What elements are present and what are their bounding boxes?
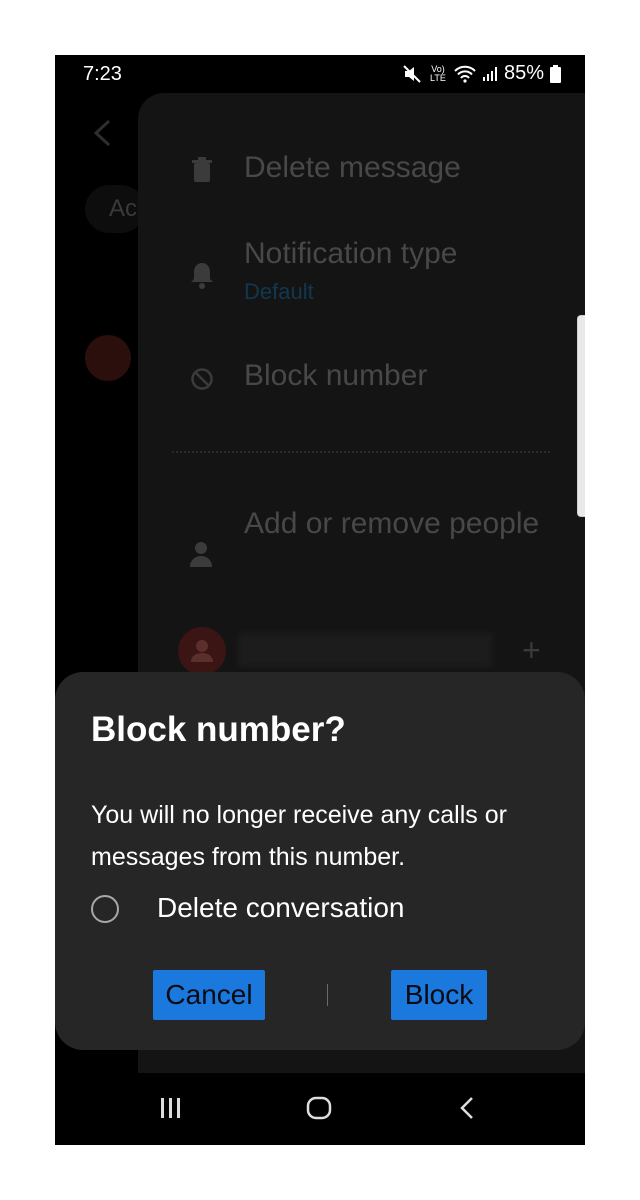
menu-item-label: Notification type — [244, 237, 458, 270]
block-number-dialog: Block number? You will no longer receive… — [55, 672, 585, 1050]
contact-person-icon — [191, 640, 213, 662]
contact-avatar — [178, 627, 226, 675]
trash-icon — [190, 157, 214, 188]
status-bar: 7:23 Vo) LTE 85% — [55, 55, 585, 93]
back-arrow-icon — [91, 119, 113, 152]
side-scroll-handle[interactable] — [577, 315, 585, 517]
add-contact-button[interactable]: + — [522, 633, 541, 667]
phone-screen: 7:23 Vo) LTE 85% Ac Delete message Notif… — [55, 55, 585, 1145]
battery-percent: 85% — [503, 62, 544, 84]
background-avatar — [85, 335, 131, 381]
mute-icon — [402, 64, 422, 84]
home-icon[interactable] — [306, 1095, 332, 1126]
navigation-bar — [55, 1073, 585, 1145]
bell-icon — [190, 261, 214, 294]
person-icon — [190, 541, 212, 572]
battery-icon — [550, 64, 561, 83]
menu-divider — [172, 451, 550, 453]
contact-name-redacted — [238, 633, 493, 667]
status-icons: Vo) LTE 85% — [402, 62, 561, 85]
menu-item-label: Block number — [244, 359, 428, 392]
delete-conversation-radio[interactable] — [91, 895, 119, 923]
delete-conversation-label[interactable]: Delete conversation — [157, 892, 404, 924]
cancel-button[interactable]: Cancel — [153, 970, 265, 1020]
back-icon[interactable] — [458, 1095, 476, 1126]
background-chip: Ac — [85, 185, 145, 233]
menu-item-sublabel: Default — [244, 279, 314, 304]
volte-icon: Vo) LTE — [428, 63, 448, 83]
volte-label: Vo) LTE — [430, 63, 446, 83]
menu-item-label: Add or remove people — [244, 507, 540, 540]
dialog-message: You will no longer receive any calls or … — [91, 801, 507, 871]
signal-icon — [482, 66, 498, 82]
dialog-title: Block number? — [91, 710, 346, 749]
menu-item-label: Delete message — [244, 151, 461, 184]
recents-icon[interactable] — [159, 1095, 183, 1126]
button-divider — [327, 984, 328, 1006]
status-time: 7:23 — [83, 63, 122, 85]
block-icon — [190, 367, 214, 396]
wifi-icon — [454, 65, 476, 83]
block-button[interactable]: Block — [391, 970, 487, 1020]
